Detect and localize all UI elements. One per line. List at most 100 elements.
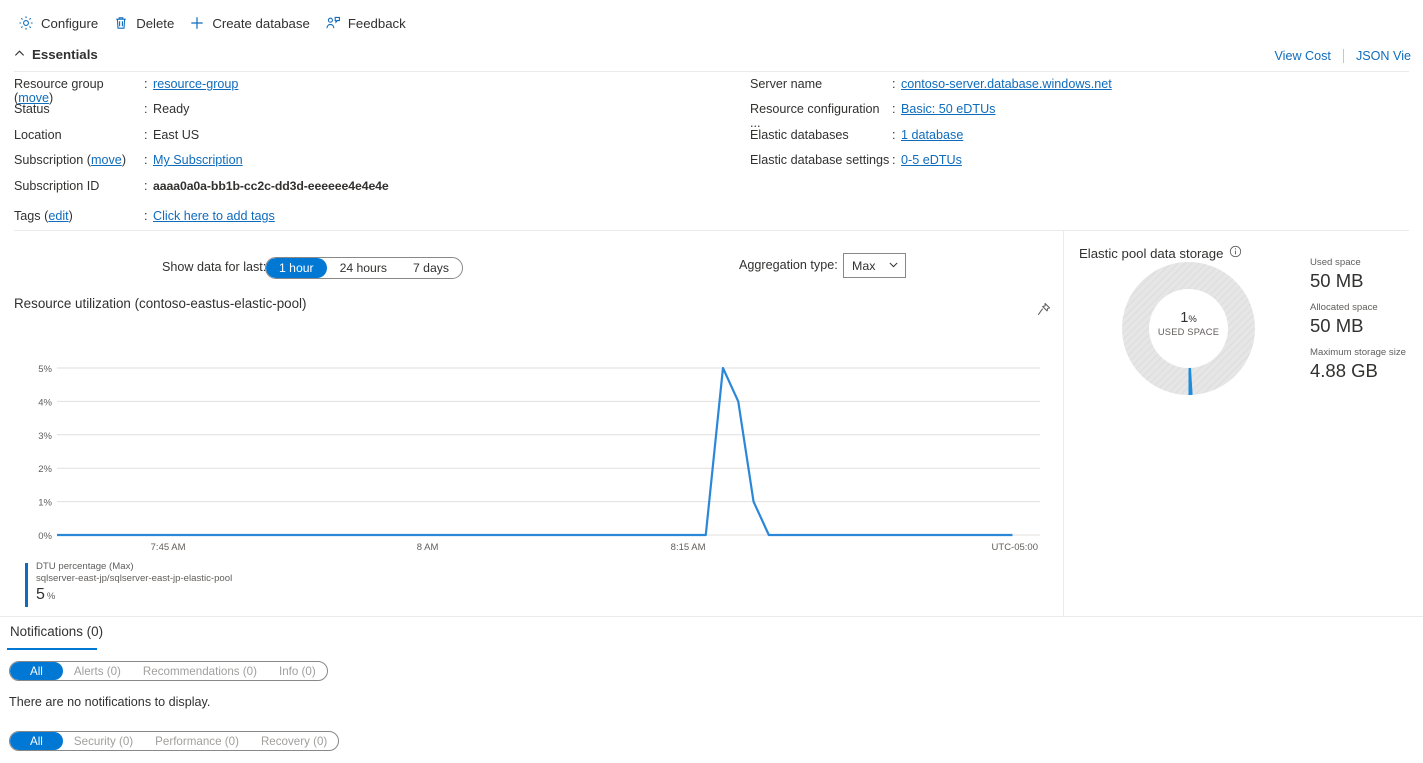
colon: : (144, 178, 148, 193)
essentials-key: Resource group (move) (14, 77, 104, 105)
essentials-value: 1 database (901, 128, 963, 142)
chart-title: Resource utilization (contoso-eastus-ela… (14, 296, 307, 311)
elastic-databases-link[interactable]: 1 database (901, 128, 963, 142)
essentials-row-status: Status : Ready (14, 102, 634, 127)
legend-series-name: DTU percentage (Max) (36, 561, 134, 572)
essentials-value: Basic: 50 eDTUs (901, 102, 995, 116)
resource-utilization-chart[interactable]: 5% 4% 3% 2% 1% 0% 7:45 AM 8 AM 8:15 AM UTC-05:00 (0, 350, 1060, 565)
filter-recovery[interactable]: Recovery (0) (250, 732, 338, 750)
aggregation-type-label: Aggregation type: (739, 258, 838, 272)
essentials-key: Tags (edit) (14, 208, 73, 223)
bottom-divider (0, 616, 1423, 617)
essentials-key: Resource configuration ... (750, 102, 880, 131)
create-database-button[interactable]: Create database (185, 7, 321, 39)
stat-used-space: Used space 50 MB (1310, 256, 1420, 292)
filter-recommendations[interactable]: Recommendations (0) (132, 662, 268, 680)
stat-allocated-space: Allocated space 50 MB (1310, 301, 1420, 337)
essentials-key: Status (14, 102, 50, 117)
stat-label: Allocated space (1310, 302, 1378, 313)
colon: : (892, 153, 896, 168)
legend-current-value: 5% (36, 586, 425, 604)
stat-value: 50 MB (1310, 270, 1364, 291)
pin-icon[interactable] (1030, 297, 1056, 321)
resource-configuration-link[interactable]: Basic: 50 eDTUs (901, 102, 995, 116)
chart-timezone-label: UTC-05:00 (992, 542, 1038, 553)
storage-title-text: Elastic pool data storage (1079, 245, 1224, 261)
server-name-link[interactable]: contoso-server.database.windows.net (901, 77, 1112, 91)
essentials-key: Subscription (move) (14, 153, 127, 168)
filter-alerts[interactable]: Alerts (0) (63, 662, 132, 680)
info-icon[interactable] (1229, 245, 1242, 261)
colon: : (892, 102, 896, 117)
time-range-24-hours[interactable]: 24 hours (327, 258, 400, 278)
essentials-key: Server name (750, 77, 823, 91)
chart-ytick-label: 5% (38, 364, 52, 375)
stat-label: Used space (1310, 257, 1361, 268)
essentials-row-elastic-databases: Elastic databases : 1 database (750, 128, 1370, 153)
essentials-label: Essentials (32, 47, 98, 62)
storage-donut-chart (1122, 262, 1255, 395)
chart-series-line (57, 366, 1013, 537)
time-range-7-days[interactable]: 7 days (400, 258, 462, 278)
configure-button[interactable]: Configure (14, 7, 109, 39)
chart-legend: DTU percentage (Max) sqlserver-east-jp/s… (25, 561, 425, 607)
colon: : (892, 77, 896, 91)
essentials-value: My Subscription (153, 153, 243, 167)
tab-active-indicator (7, 648, 97, 650)
key-text: Tags (14, 208, 41, 223)
notifications-empty-message: There are no notifications to display. (9, 695, 211, 709)
colon: : (144, 77, 148, 91)
filter-all-secondary[interactable]: All (10, 732, 63, 750)
delete-label: Delete (136, 15, 175, 31)
command-bar: Configure Delete Create database Feedbac… (0, 0, 1423, 46)
colon: : (144, 153, 148, 168)
elastic-database-settings-link[interactable]: 0-5 eDTUs (901, 153, 962, 167)
delete-button[interactable]: Delete (109, 7, 185, 39)
filter-security[interactable]: Security (0) (63, 732, 144, 750)
tab-notifications[interactable]: Notifications (0) (7, 624, 106, 647)
essentials-row-subscription-id: Subscription ID : aaaa0a0a-bb1b-cc2c-dd3… (14, 179, 634, 204)
chart-xtick-label: 8:15 AM (671, 542, 706, 553)
essentials-toggle[interactable]: Essentials (14, 47, 98, 62)
essentials-row-subscription: Subscription (move) : My Subscription (14, 153, 634, 178)
status-value: Ready (153, 102, 190, 117)
time-range-selector[interactable]: 1 hour 24 hours 7 days (265, 257, 463, 279)
move-subscription-link[interactable]: move (91, 153, 122, 167)
view-cost-link[interactable]: View Cost (1262, 49, 1342, 63)
subscription-id-value: aaaa0a0a-bb1b-cc2c-dd3d-eeeeee4e4e4e (153, 178, 389, 193)
aggregation-type-select[interactable]: Max (843, 253, 906, 278)
storage-stats: Used space 50 MB Allocated space 50 MB M… (1310, 256, 1420, 391)
vertical-divider (1063, 231, 1064, 616)
chart-ytick-label: 1% (38, 498, 52, 509)
edit-tags-link[interactable]: edit (48, 209, 68, 223)
feedback-button[interactable]: Feedback (321, 7, 417, 39)
colon: : (144, 127, 148, 142)
filter-info[interactable]: Info (0) (268, 662, 327, 680)
essentials-value: Click here to add tags (153, 209, 275, 223)
essentials-row-elastic-database-settings: Elastic database settings : 0-5 eDTUs (750, 153, 1370, 178)
create-database-label: Create database (212, 15, 310, 31)
notification-filters[interactable]: All Alerts (0) Recommendations (0) Info … (9, 661, 328, 681)
essentials-key: Elastic database settings (750, 153, 890, 168)
essentials-row-server-name: Server name : contoso-server.database.wi… (750, 77, 1370, 102)
subscription-link[interactable]: My Subscription (153, 153, 243, 167)
chart-xtick-label: 8 AM (417, 542, 439, 553)
main-divider (14, 230, 1409, 231)
json-view-link[interactable]: JSON Vie (1344, 49, 1423, 63)
gear-icon (18, 15, 34, 31)
colon: : (144, 102, 148, 117)
essentials-row-resource-group: Resource group (move) : resource-group (14, 77, 634, 105)
resource-group-link[interactable]: resource-group (153, 77, 238, 91)
essentials-right-column: Server name : contoso-server.database.wi… (750, 77, 1370, 179)
essentials-key: Location (14, 127, 62, 142)
time-range-1-hour[interactable]: 1 hour (266, 258, 327, 278)
configure-label: Configure (41, 15, 99, 31)
secondary-filters[interactable]: All Security (0) Performance (0) Recover… (9, 731, 340, 751)
key-text: Resource group (14, 77, 104, 91)
essentials-key: Elastic databases (750, 127, 849, 142)
filter-all[interactable]: All (10, 662, 63, 680)
add-tags-link[interactable]: Click here to add tags (153, 209, 275, 223)
show-data-label: Show data for last: (162, 260, 267, 274)
filter-performance[interactable]: Performance (0) (144, 732, 250, 750)
essentials-row-resource-configuration: Resource configuration ... : Basic: 50 e… (750, 102, 1370, 131)
